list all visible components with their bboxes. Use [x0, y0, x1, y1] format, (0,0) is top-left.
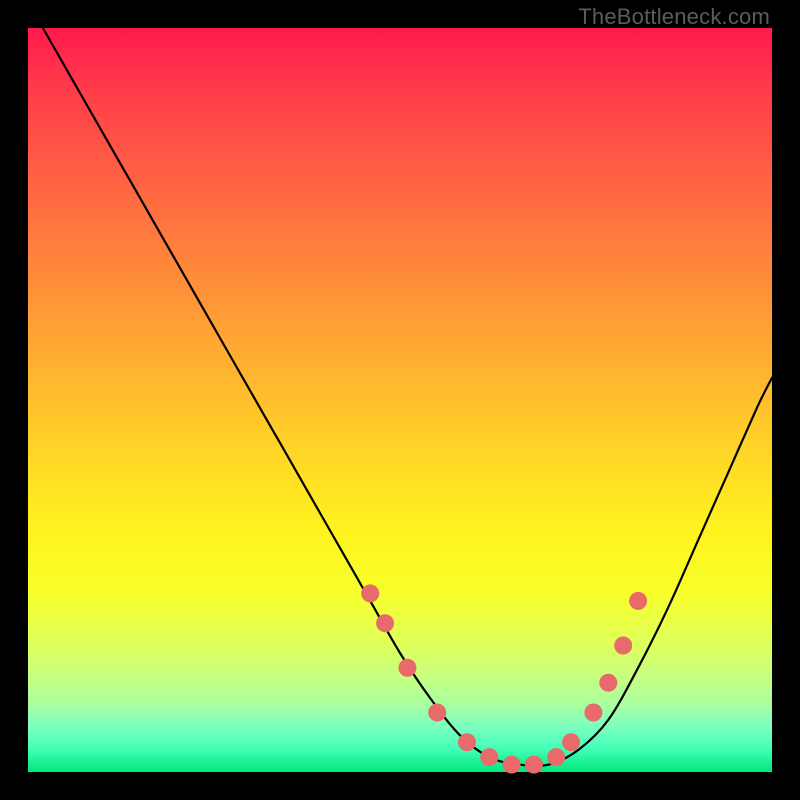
highlight-marker	[480, 748, 498, 766]
highlight-marker	[584, 704, 602, 722]
highlight-marker	[398, 659, 416, 677]
highlight-marker	[614, 637, 632, 655]
highlight-marker	[458, 733, 476, 751]
highlight-markers	[361, 584, 647, 773]
plot-area	[28, 28, 772, 772]
highlight-marker	[376, 614, 394, 632]
bottleneck-curve	[43, 28, 772, 766]
curve-svg	[28, 28, 772, 772]
watermark-text: TheBottleneck.com	[578, 4, 770, 30]
highlight-marker	[503, 756, 521, 774]
highlight-marker	[599, 674, 617, 692]
highlight-marker	[562, 733, 580, 751]
highlight-marker	[428, 704, 446, 722]
highlight-marker	[629, 592, 647, 610]
highlight-marker	[547, 748, 565, 766]
highlight-marker	[525, 756, 543, 774]
chart-frame: TheBottleneck.com	[0, 0, 800, 800]
highlight-marker	[361, 584, 379, 602]
